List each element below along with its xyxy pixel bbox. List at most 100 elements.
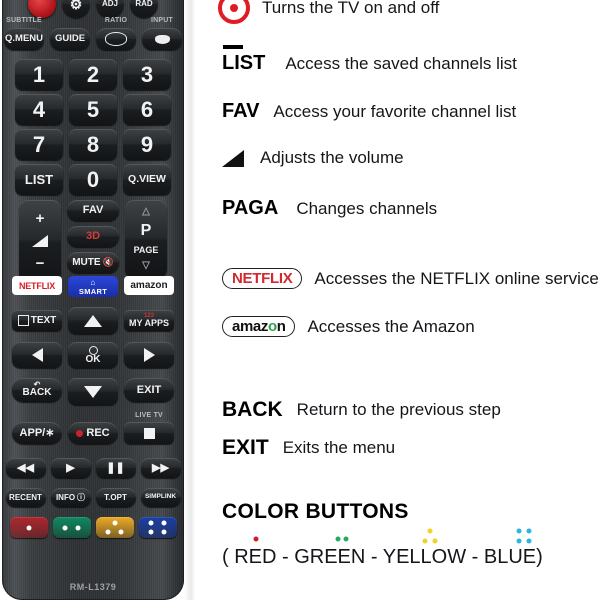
green-dots [330, 528, 354, 546]
remote-control-image: ⚙ ADJ RAD SUBTITLE Q.MENU GUIDE RATIO IN… [0, 0, 196, 600]
number-6-button[interactable]: 6 [123, 94, 171, 125]
input-label: INPUT [151, 17, 173, 24]
simplink-button[interactable]: SIMPLINK [140, 488, 181, 507]
color-dot [253, 536, 259, 542]
text-button[interactable]: TEXT [12, 310, 62, 331]
number-3-button[interactable]: 3 [123, 59, 171, 90]
q-menu-button[interactable]: Q.MENU [4, 28, 44, 50]
legend-row-power: Turns the TV on and off [218, 0, 439, 24]
live-tv-label: LIVE TV [135, 412, 163, 419]
legend-desc-paga: Changes channels [296, 198, 438, 218]
legend-desc-amazon: Accesses the Amazon [307, 316, 475, 336]
ratio-button[interactable] [96, 28, 136, 50]
nav-down-button[interactable] [68, 378, 118, 405]
info-circle-icon: ⓘ [77, 492, 86, 502]
legend-color-dot-groups [222, 528, 562, 548]
number-2-button[interactable]: 2 [69, 59, 117, 90]
aspect-ratio-icon [105, 32, 127, 46]
smart-label: SMART [78, 286, 108, 296]
color-dot [432, 538, 438, 544]
remote-right-edge [184, 0, 195, 600]
stop-live-tv-button[interactable] [124, 422, 174, 444]
red-color-button[interactable] [9, 517, 48, 538]
number-8-button[interactable]: 8 [69, 129, 117, 160]
color-buttons-caption: ( RED - GREEN - YELLOW - BLUE) [222, 546, 543, 568]
color-dot [148, 520, 154, 526]
legend-desc-power: Turns the TV on and off [262, 0, 440, 17]
blue-color-button[interactable] [138, 517, 177, 538]
home-icon: ⌂ [90, 277, 96, 287]
number-5-button[interactable]: 5 [69, 94, 117, 125]
rad-button[interactable]: RAD [130, 0, 158, 18]
green-color-button[interactable] [52, 517, 91, 538]
color-dot [161, 529, 167, 535]
three-d-button[interactable]: 3D [67, 226, 119, 247]
fav-button[interactable]: FAV [67, 200, 119, 221]
input-source-icon [154, 34, 170, 44]
guide-button[interactable]: GUIDE [50, 28, 90, 50]
color-buttons-title: COLOR BUTTONS [222, 500, 409, 523]
ok-label: OK [85, 353, 101, 365]
amazon-button[interactable]: amazon [124, 276, 174, 295]
nav-left-button[interactable] [12, 342, 62, 368]
legend-row-list: LIST Access the saved channels list [222, 45, 517, 75]
color-dot [335, 536, 341, 542]
stop-square-icon [143, 427, 155, 439]
color-dot [427, 528, 433, 534]
list-button[interactable]: LIST [15, 164, 63, 195]
adj-button[interactable]: ADJ [96, 0, 124, 18]
color-dot [343, 536, 349, 542]
exit-button[interactable]: EXIT [124, 378, 174, 402]
smart-home-button[interactable]: ⌂ SMART [68, 276, 118, 297]
amazon-chip-icon: amazon [222, 316, 296, 337]
color-dot [62, 525, 68, 530]
mute-button[interactable]: MUTE 🔇 [67, 252, 119, 273]
blue-dots [512, 528, 536, 546]
my-apps-button[interactable]: 123 MY APPS [124, 310, 174, 331]
record-button[interactable]: REC [68, 422, 118, 444]
color-dot [75, 525, 81, 530]
remote-model-number: RM-L1379 [69, 582, 117, 592]
recent-button[interactable]: RECENT [5, 488, 46, 507]
input-button[interactable] [142, 28, 182, 50]
legend-row-netflix: NETFLIX Accesses the NETFLIX online serv… [222, 268, 599, 289]
record-dot-icon [76, 429, 84, 437]
remote-color-button-row [2, 517, 184, 538]
number-1-button[interactable]: 1 [15, 59, 63, 90]
volume-rocker-button[interactable]: + − [19, 200, 61, 282]
app-star-button[interactable]: APP/∗ [12, 422, 62, 444]
ok-button[interactable]: OK [68, 342, 118, 368]
arrow-up-icon [84, 314, 102, 327]
settings-gear-button[interactable]: ⚙ [62, 0, 90, 18]
nav-up-button[interactable] [68, 307, 118, 334]
fast-forward-button[interactable]: ▶▶ [140, 458, 181, 478]
pause-button[interactable]: ❚❚ [95, 458, 136, 478]
number-7-button[interactable]: 7 [15, 129, 63, 160]
t-opt-button[interactable]: T.OPT [95, 488, 136, 507]
legend-key-fav: FAV [222, 100, 260, 122]
remote-body: ⚙ ADJ RAD SUBTITLE Q.MENU GUIDE RATIO IN… [2, 0, 184, 600]
volume-wedge-icon [222, 149, 244, 167]
list-overline-icon [223, 45, 243, 49]
power-button[interactable] [28, 0, 56, 18]
info-button[interactable]: INFO ⓘ [50, 488, 91, 507]
rewind-button[interactable]: ◀◀ [5, 458, 46, 478]
play-button[interactable]: ▶ [50, 458, 91, 478]
color-dot [26, 525, 31, 530]
yellow-color-button[interactable] [95, 517, 134, 538]
color-dot [526, 538, 532, 544]
nav-right-button[interactable] [124, 342, 174, 368]
color-dot [118, 529, 124, 535]
legend-row-fav: FAV Access your favorite channel list [222, 100, 516, 123]
netflix-button[interactable]: NETFLIX [12, 276, 62, 295]
color-dot [422, 538, 428, 544]
plus-icon: + [35, 209, 45, 227]
q-view-button[interactable]: Q.VIEW [123, 164, 171, 195]
number-9-button[interactable]: 9 [123, 129, 171, 160]
legend-desc-fav: Access your favorite channel list [273, 101, 517, 121]
number-0-button[interactable]: 0 [69, 164, 117, 195]
number-4-button[interactable]: 4 [15, 94, 63, 125]
page-rocker-button[interactable]: △ P PAGE ▽ [125, 200, 167, 278]
chevron-down-icon: ▽ [142, 259, 150, 271]
back-button[interactable]: ↶ BACK [12, 378, 62, 402]
